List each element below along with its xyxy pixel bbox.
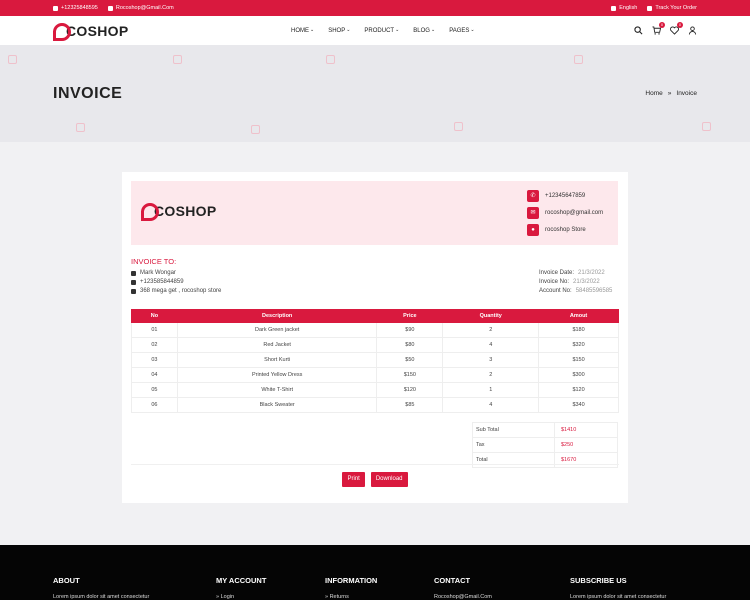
footer-contact-email[interactable]: Rocoshop@Gmail.Com <box>434 594 492 600</box>
column-header: Quantity <box>442 309 540 323</box>
user-icon[interactable] <box>688 26 697 35</box>
invoice-date: 21/3/2022 <box>578 270 605 276</box>
invoice-totals: Sub Total $1410 Tax $250 Total $1670 <box>472 422 618 468</box>
nav-icons: 0 0 <box>634 22 697 35</box>
table-row: 03 Short Kurti $50 3 $150 <box>131 352 619 368</box>
card-icon <box>76 123 85 132</box>
footer-heading-contact: CONTACT <box>434 576 471 585</box>
user-icon <box>131 270 136 276</box>
location-icon: ● <box>527 224 539 236</box>
invoice-items-table: No Description Price Quantity Amout 01 Da… <box>131 309 619 413</box>
invoice-to-title: INVOICE TO: <box>131 257 177 266</box>
cart-icon[interactable]: 0 <box>652 22 665 35</box>
nav-home[interactable]: HOME <box>291 28 314 34</box>
footer-heading-account: MY ACCOUNT <box>216 576 267 585</box>
top-bar: +12325848595 Rocoshop@Gmail.Com English … <box>0 0 750 16</box>
invoice-to-details: Mark Wongar +123585844859 368 mega get ,… <box>131 270 221 294</box>
wallet-icon <box>454 122 463 131</box>
footer-about-text: Lorem ipsum dolor sit amet consectetur <box>53 594 150 600</box>
breadcrumb-current: Invoice <box>676 90 697 97</box>
page-banner: INVOICE Home » Invoice <box>0 45 750 142</box>
total-row: Total $1670 <box>472 452 618 468</box>
shop-icon <box>173 55 182 64</box>
badge-icon <box>326 55 335 64</box>
site-logo[interactable]: COSHOP <box>53 22 128 41</box>
logo-r-icon <box>53 22 71 41</box>
footer-subscribe-text: Lorem ipsum dolor sit amet consectetur <box>570 594 667 600</box>
topbar-email[interactable]: Rocoshop@Gmail.Com <box>107 5 174 11</box>
logo-r-icon <box>141 203 159 221</box>
customer-phone: +123585844859 <box>140 279 184 285</box>
page-content: COSHOP ✆ +12345647859 ✉ rocoshop@gmail.com… <box>0 142 750 546</box>
phone-icon <box>131 279 136 285</box>
column-header: Amout <box>538 309 619 323</box>
flag-icon <box>611 5 617 11</box>
heart-icon[interactable]: 0 <box>670 22 683 35</box>
topbar-phone[interactable]: +12325848595 <box>53 5 98 11</box>
breadcrumb: Home » Invoice <box>645 90 697 97</box>
breadcrumb-separator: » <box>667 90 672 97</box>
invoice-header: COSHOP ✆ +12345647859 ✉ rocoshop@gmail.com… <box>131 181 618 245</box>
shop-contact-list: ✆ +12345647859 ✉ rocoshop@gmail.com ● rocos… <box>527 190 603 236</box>
nav-shop[interactable]: SHOP <box>328 28 350 34</box>
bag-icon <box>251 125 260 134</box>
footer-login-link[interactable]: » Login <box>216 594 234 600</box>
wishlist-count-badge: 0 <box>677 22 683 28</box>
column-header: Description <box>176 309 378 323</box>
shop-phone: ✆ +12345647859 <box>527 190 603 202</box>
basket-icon <box>8 55 17 64</box>
nav-pages[interactable]: PAGES <box>449 28 474 34</box>
main-navbar: COSHOP HOME SHOP PRODUCT BLOG PAGES 0 0 <box>0 16 750 45</box>
tax-row: Tax $250 <box>472 437 618 453</box>
page-title: INVOICE <box>53 84 123 102</box>
account-number: 58485596585 <box>575 288 613 294</box>
mail-icon <box>131 288 136 294</box>
invoice-meta: Invoice Date: 21/3/2022 Invoice No: 21/3/2… <box>539 270 613 294</box>
track-order-link[interactable]: Track Your Order <box>647 5 697 11</box>
divider <box>131 464 619 465</box>
download-button[interactable]: Download <box>370 472 408 487</box>
truck-icon <box>647 5 653 11</box>
subtotal-row: Sub Total $1410 <box>472 422 618 438</box>
column-header: No <box>131 309 178 323</box>
breadcrumb-home[interactable]: Home <box>645 90 662 97</box>
invoice-card: COSHOP ✆ +12345647859 ✉ rocoshop@gmail.com… <box>122 172 628 503</box>
phone-icon: ✆ <box>527 190 539 202</box>
nav-blog[interactable]: BLOG <box>413 28 435 34</box>
invoice-number: 21/3/2022 <box>573 279 600 285</box>
table-row: 05 White T-Shirt $120 1 $120 <box>131 382 619 398</box>
table-header-row: No Description Price Quantity Amout <box>131 309 619 323</box>
shop-email: ✉ rocoshop@gmail.com <box>527 207 603 219</box>
table-row: 06 Black Sweater $85 4 $340 <box>131 397 619 413</box>
invoice-actions: Print Download <box>122 472 628 487</box>
tag-icon <box>702 122 711 131</box>
footer-returns-link[interactable]: » Returns <box>325 594 349 600</box>
customer-address: 368 mega get , rocoshop store <box>140 288 222 294</box>
main-menu: HOME SHOP PRODUCT BLOG PAGES <box>291 16 475 45</box>
footer-heading-subscribe: SUBSCRIBE US <box>570 576 627 585</box>
phone-icon <box>53 5 58 11</box>
table-row: 01 Dark Green jacket $90 2 $180 <box>131 322 619 338</box>
footer-heading-information: INFORMATION <box>325 576 378 585</box>
mail-icon: ✉ <box>527 207 539 219</box>
nav-product[interactable]: PRODUCT <box>364 28 399 34</box>
table-row: 02 Red Jacket $80 4 $320 <box>131 337 619 353</box>
mail-icon <box>107 5 113 11</box>
cart-count-badge: 0 <box>659 22 665 28</box>
table-row: 04 Printed Yellow Dress $150 2 $300 <box>131 367 619 383</box>
print-button[interactable]: Print <box>342 472 365 487</box>
invoice-logo: COSHOP <box>141 203 216 221</box>
search-icon[interactable] <box>634 26 643 35</box>
customer-name: Mark Wongar <box>140 270 176 276</box>
calendar-icon <box>574 55 583 64</box>
footer-heading-about: ABOUT <box>53 576 80 585</box>
site-footer: ABOUT MY ACCOUNT INFORMATION CONTACT SUB… <box>0 545 750 600</box>
language-selector[interactable]: English <box>611 5 637 11</box>
shop-location: ● rocoshop Store <box>527 224 603 236</box>
column-header: Price <box>376 309 444 323</box>
